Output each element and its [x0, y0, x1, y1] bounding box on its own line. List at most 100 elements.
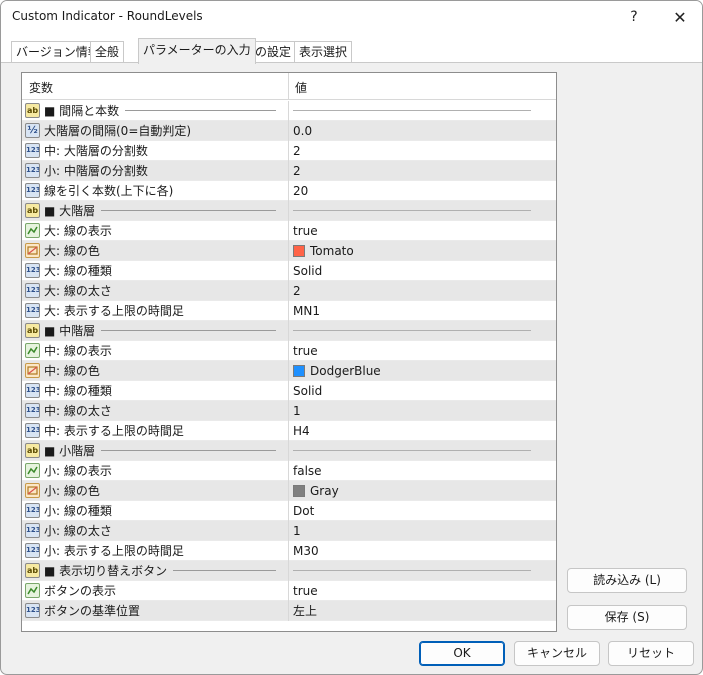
parameter-name: 小: 線の色 [44, 484, 100, 498]
parameter-row[interactable]: 123 大: 表示する上限の時間足 MN1 [22, 301, 556, 321]
parameter-value[interactable]: MN1 [293, 303, 553, 319]
bool-type-icon [25, 223, 40, 238]
parameter-row[interactable]: 123 中: 大階層の分割数 2 [22, 141, 556, 161]
parameter-name: 中: 大階層の分割数 [44, 144, 148, 158]
parameter-row[interactable]: 123 線を引く本数(上下に各) 20 [22, 181, 556, 201]
parameter-value-text: true [293, 224, 318, 238]
section-separator-line [173, 570, 276, 571]
parameter-row[interactable]: 中: 線の表示 true [22, 341, 556, 361]
parameter-value[interactable]: 2 [293, 163, 553, 179]
parameter-value[interactable]: 0.0 [293, 123, 553, 139]
bool-type-icon [25, 343, 40, 358]
section-row[interactable]: ab ■ 中階層 [22, 321, 556, 341]
parameter-row[interactable]: 小: 線の表示 false [22, 461, 556, 481]
parameter-value[interactable]: Solid [293, 383, 553, 399]
parameter-name: 中: 表示する上限の時間足 [44, 424, 184, 438]
parameter-name: 大階層の間隔(0=自動判定) [44, 124, 192, 138]
section-separator-line [101, 210, 276, 211]
parameter-row[interactable]: 123 大: 線の種類 Solid [22, 261, 556, 281]
parameter-value[interactable]: 2 [293, 143, 553, 159]
parameter-row[interactable]: 123 小: 表示する上限の時間足 M30 [22, 541, 556, 561]
section-value-line [293, 210, 531, 211]
column-divider [288, 121, 289, 141]
header-value[interactable]: 値 [295, 79, 307, 96]
column-divider [288, 181, 289, 201]
parameter-row[interactable]: 123 中: 線の種類 Solid [22, 381, 556, 401]
parameter-name: 大: 線の表示 [44, 224, 112, 238]
parameter-value[interactable]: Solid [293, 263, 553, 279]
column-divider [288, 481, 289, 501]
parameter-row[interactable]: ½ 大階層の間隔(0=自動判定) 0.0 [22, 121, 556, 141]
load-button[interactable]: 読み込み (L) [567, 568, 687, 593]
parameter-row[interactable]: 123 小: 線の太さ 1 [22, 521, 556, 541]
parameter-row[interactable]: 123 中: 表示する上限の時間足 H4 [22, 421, 556, 441]
column-divider [288, 461, 289, 481]
parameter-value-text: Solid [293, 384, 323, 398]
parameter-value[interactable]: 1 [293, 523, 553, 539]
parameter-name: 小: 中階層の分割数 [44, 164, 148, 178]
parameter-value[interactable]: true [293, 583, 553, 599]
parameter-value[interactable]: true [293, 343, 553, 359]
integer-type-icon: 123 [25, 543, 40, 558]
column-divider [288, 581, 289, 601]
parameter-value-text: Tomato [310, 244, 354, 258]
parameter-value[interactable]: H4 [293, 423, 553, 439]
parameter-value-text: 左上 [293, 604, 318, 618]
tab-input-parameters[interactable]: パラメーターの入力 [138, 38, 256, 64]
parameter-value[interactable]: M30 [293, 543, 553, 559]
header-variable[interactable]: 変数 [29, 79, 53, 96]
parameter-row[interactable]: 小: 線の色 Gray [22, 481, 556, 501]
column-divider [288, 141, 289, 161]
parameter-row[interactable]: 大: 線の色 Tomato [22, 241, 556, 261]
save-button[interactable]: 保存 (S) [567, 605, 687, 630]
parameter-name: 小: 線の表示 [44, 464, 112, 478]
parameter-value[interactable]: false [293, 463, 553, 479]
parameter-value[interactable]: Tomato [293, 243, 553, 259]
parameter-value[interactable]: 20 [293, 183, 553, 199]
tab-visualization[interactable]: 表示選択 [294, 41, 353, 63]
parameter-value[interactable]: Dot [293, 503, 553, 519]
dialog-window: Custom Indicator - RoundLevels ? ✕ バージョン… [0, 0, 703, 675]
parameter-name: ■ 大階層 [44, 204, 96, 218]
parameter-value[interactable]: DodgerBlue [293, 363, 553, 379]
reset-button[interactable]: リセット [608, 641, 694, 666]
grid-header: 変数 値 [22, 73, 556, 100]
column-divider [288, 301, 289, 321]
parameter-name: 中: 線の表示 [44, 344, 112, 358]
parameter-name: 大: 線の種類 [44, 264, 112, 278]
parameter-row[interactable]: 中: 線の色 DodgerBlue [22, 361, 556, 381]
integer-type-icon: 123 [25, 423, 40, 438]
parameter-name: ■ 間隔と本数 [44, 104, 120, 118]
parameter-value[interactable]: Gray [293, 483, 553, 499]
parameter-value[interactable]: 2 [293, 283, 553, 299]
section-row[interactable]: ab ■ 間隔と本数 [22, 101, 556, 121]
cancel-button[interactable]: キャンセル [514, 641, 600, 666]
section-separator-line [125, 110, 276, 111]
parameter-value[interactable]: 1 [293, 403, 553, 419]
parameter-value[interactable]: true [293, 223, 553, 239]
parameter-row[interactable]: 123 中: 線の太さ 1 [22, 401, 556, 421]
parameter-value-text: false [293, 464, 322, 478]
help-button[interactable]: ? [611, 1, 657, 33]
parameter-row[interactable]: 123 ボタンの基準位置 左上 [22, 601, 556, 621]
parameter-row[interactable]: 123 大: 線の太さ 2 [22, 281, 556, 301]
column-divider [288, 501, 289, 521]
color-swatch [293, 485, 305, 497]
parameter-grid[interactable]: 変数 値 ab ■ 間隔と本数 ½ 大階層の間隔(0=自動判定) 0.0 123 中: 大階… [21, 72, 557, 632]
parameter-row[interactable]: 123 小: 線の種類 Dot [22, 501, 556, 521]
close-button[interactable]: ✕ [657, 1, 702, 33]
parameter-value[interactable]: 左上 [293, 603, 553, 619]
parameter-name: ボタンの表示 [44, 584, 117, 598]
string-type-icon: ab [25, 323, 40, 338]
section-row[interactable]: ab ■ 表示切り替えボタン [22, 561, 556, 581]
tab-general[interactable]: 全般 [90, 41, 125, 63]
parameter-value-text: 1 [293, 524, 301, 538]
parameter-row[interactable]: 大: 線の表示 true [22, 221, 556, 241]
section-row[interactable]: ab ■ 大階層 [22, 201, 556, 221]
parameter-row[interactable]: 123 小: 中階層の分割数 2 [22, 161, 556, 181]
color-type-icon [25, 363, 40, 378]
section-row[interactable]: ab ■ 小階層 [22, 441, 556, 461]
parameter-row[interactable]: ボタンの表示 true [22, 581, 556, 601]
integer-type-icon: 123 [25, 523, 40, 538]
ok-button[interactable]: OK [419, 641, 505, 666]
